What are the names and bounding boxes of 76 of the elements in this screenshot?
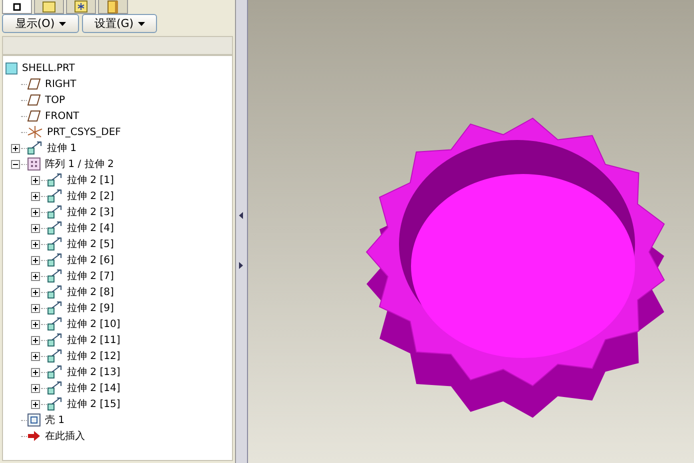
panel-tab[interactable] <box>66 0 96 14</box>
plane-icon <box>27 94 41 106</box>
extrude-icon <box>47 301 63 315</box>
tree-item[interactable]: 在此插入 <box>43 429 87 443</box>
tree-item[interactable]: 拉伸 2 [14] <box>65 381 122 395</box>
extrude-icon <box>27 141 43 155</box>
collapse-icon[interactable] <box>11 160 20 168</box>
expand-icon[interactable] <box>31 352 40 360</box>
coordinate-system-icon <box>27 125 43 139</box>
arrow-icon <box>27 430 41 442</box>
dropdown-button[interactable]: 设置(G) <box>82 14 157 33</box>
expand-icon[interactable] <box>31 384 40 392</box>
tree-item[interactable]: 拉伸 2 [7] <box>65 269 116 283</box>
extrude-icon <box>47 381 63 395</box>
tree-item[interactable]: RIGHT <box>43 78 78 90</box>
caret-icon <box>138 22 145 26</box>
caret-icon <box>58 22 66 26</box>
tree-item[interactable]: FRONT <box>43 110 82 122</box>
tree-item[interactable]: 拉伸 2 [8] <box>65 285 116 299</box>
extrude-icon <box>47 173 63 187</box>
extrude-icon <box>47 285 63 299</box>
expand-icon[interactable] <box>31 368 40 376</box>
extrude-icon <box>47 189 63 203</box>
folder-icon <box>42 0 56 13</box>
expand-icon[interactable] <box>31 176 40 184</box>
tree-item[interactable]: 拉伸 2 [3] <box>65 205 116 219</box>
expand-icon[interactable] <box>31 320 40 328</box>
extrude-icon <box>47 349 63 363</box>
extrude-icon <box>47 237 63 251</box>
tree-item[interactable]: 拉伸 2 [10] <box>65 317 122 331</box>
tree-item[interactable]: 拉伸 2 [9] <box>65 301 116 315</box>
tree-item[interactable]: 拉伸 2 [6] <box>65 253 116 267</box>
tree-item[interactable]: 壳 1 <box>43 413 67 427</box>
expand-icon[interactable] <box>31 256 40 264</box>
right-arrow-icon[interactable] <box>239 262 244 269</box>
expand-icon[interactable] <box>11 144 20 152</box>
extrude-icon <box>47 269 63 283</box>
tree-item[interactable]: TOP <box>43 94 68 106</box>
extrude-icon <box>47 317 63 331</box>
tree-item[interactable]: 拉伸 2 [13] <box>65 365 122 379</box>
extrude-icon <box>47 253 63 267</box>
tree-item[interactable]: 拉伸 2 [2] <box>65 189 116 203</box>
expand-icon[interactable] <box>31 192 40 200</box>
extrude-icon <box>47 221 63 235</box>
extrude-icon <box>47 365 63 379</box>
tree-item[interactable]: 拉伸 2 [12] <box>65 349 122 363</box>
book-icon <box>106 0 120 14</box>
tree-item[interactable]: PRT_CSYS_DEF <box>45 126 123 138</box>
dropdown-button[interactable]: 显示(O) <box>2 14 79 33</box>
extrude-icon <box>47 397 63 411</box>
expand-icon[interactable] <box>31 272 40 280</box>
tree-item[interactable]: 拉伸 2 [15] <box>65 397 122 411</box>
part-icon <box>5 62 18 74</box>
pattern-icon <box>27 157 41 171</box>
left-arrow-icon[interactable] <box>239 212 244 219</box>
expand-icon[interactable] <box>31 288 40 296</box>
tree-item[interactable]: 拉伸 1 <box>45 141 79 155</box>
expand-icon[interactable] <box>31 336 40 344</box>
panel-tab[interactable] <box>2 0 32 14</box>
plane-icon <box>27 78 41 90</box>
expand-icon[interactable] <box>31 224 40 232</box>
tree-item[interactable]: SHELL.PRT <box>20 62 77 74</box>
extrude-icon <box>47 333 63 347</box>
expand-icon[interactable] <box>31 208 40 216</box>
expand-icon[interactable] <box>31 240 40 248</box>
shell-icon <box>27 413 41 427</box>
tree-item[interactable]: 拉伸 2 [1] <box>65 173 116 187</box>
plane-icon <box>27 110 41 122</box>
expand-icon[interactable] <box>31 304 40 312</box>
expand-icon[interactable] <box>31 400 40 408</box>
tree-item[interactable]: 拉伸 2 [4] <box>65 221 116 235</box>
tree-item[interactable]: 拉伸 2 [5] <box>65 237 116 251</box>
tree-item[interactable]: 阵列 1 / 拉伸 2 <box>43 157 116 171</box>
extrude-icon <box>47 205 63 219</box>
tree-item[interactable]: 拉伸 2 [11] <box>65 333 122 347</box>
square-icon <box>13 2 21 10</box>
